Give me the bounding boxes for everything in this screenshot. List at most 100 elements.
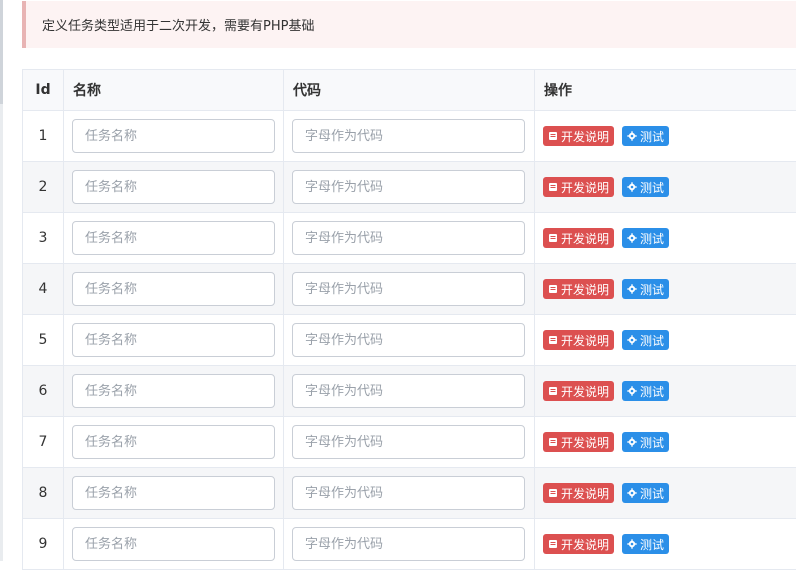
dev-notes-button[interactable]: 开发说明 (543, 381, 615, 401)
table-row: 7 开发说明 测试 (23, 417, 796, 468)
gear-icon (627, 284, 640, 294)
ops-cell: 开发说明 测试 (535, 264, 796, 314)
dev-notes-button[interactable]: 开发说明 (543, 534, 615, 554)
ops-cell: 开发说明 测试 (535, 468, 796, 518)
table-row: 8 开发说明 测试 (23, 468, 796, 519)
test-button[interactable]: 测试 (622, 126, 670, 146)
ops-cell: 开发说明 测试 (535, 417, 796, 467)
test-button[interactable]: 测试 (622, 177, 670, 197)
task-code-input[interactable] (292, 527, 525, 561)
task-code-input[interactable] (292, 221, 525, 255)
name-cell (64, 519, 284, 569)
row-id: 8 (23, 468, 64, 518)
info-alert: 定义任务类型适用于二次开发，需要有PHP基础 (22, 1, 796, 48)
name-cell (64, 315, 284, 365)
table-row: 6 开发说明 测试 (23, 366, 796, 417)
gear-icon (627, 233, 640, 243)
test-label: 测试 (640, 180, 665, 195)
test-button[interactable]: 测试 (622, 228, 670, 248)
name-cell (64, 468, 284, 518)
task-name-input[interactable] (72, 170, 275, 204)
gear-icon (627, 437, 640, 447)
task-name-input[interactable] (72, 425, 275, 459)
ops-cell: 开发说明 测试 (535, 366, 796, 416)
name-cell (64, 264, 284, 314)
book-icon (548, 182, 561, 192)
dev-notes-button[interactable]: 开发说明 (543, 432, 615, 452)
book-icon (548, 131, 561, 141)
name-cell (64, 213, 284, 263)
task-name-input[interactable] (72, 476, 275, 510)
name-cell (64, 417, 284, 467)
left-edge-bar-accent (0, 0, 3, 104)
dev-notes-label: 开发说明 (561, 486, 610, 501)
book-icon (548, 284, 561, 294)
dev-notes-button[interactable]: 开发说明 (543, 177, 615, 197)
task-code-input[interactable] (292, 476, 525, 510)
dev-notes-button[interactable]: 开发说明 (543, 126, 615, 146)
task-code-input[interactable] (292, 119, 525, 153)
task-name-input[interactable] (72, 221, 275, 255)
row-id: 6 (23, 366, 64, 416)
ops-cell: 开发说明 测试 (535, 111, 796, 161)
header-id: Id (23, 70, 64, 110)
gear-icon (627, 488, 640, 498)
test-button[interactable]: 测试 (622, 534, 670, 554)
task-code-input[interactable] (292, 272, 525, 306)
ops-cell: 开发说明 测试 (535, 162, 796, 212)
task-name-input[interactable] (72, 323, 275, 357)
test-button[interactable]: 测试 (622, 330, 670, 350)
test-label: 测试 (640, 129, 665, 144)
code-cell (284, 468, 535, 518)
task-name-input[interactable] (72, 119, 275, 153)
test-button[interactable]: 测试 (622, 381, 670, 401)
test-button[interactable]: 测试 (622, 483, 670, 503)
test-label: 测试 (640, 231, 665, 246)
row-id: 2 (23, 162, 64, 212)
name-cell (64, 366, 284, 416)
dev-notes-button[interactable]: 开发说明 (543, 330, 615, 350)
gear-icon (627, 335, 640, 345)
test-button[interactable]: 测试 (622, 279, 670, 299)
code-cell (284, 264, 535, 314)
code-cell (284, 162, 535, 212)
book-icon (548, 233, 561, 243)
gear-icon (627, 539, 640, 549)
table-row: 2 开发说明 测试 (23, 162, 796, 213)
ops-cell: 开发说明 测试 (535, 519, 796, 569)
table-row: 4 开发说明 测试 (23, 264, 796, 315)
book-icon (548, 437, 561, 447)
dev-notes-label: 开发说明 (561, 537, 610, 552)
test-label: 测试 (640, 537, 665, 552)
code-cell (284, 519, 535, 569)
code-cell (284, 213, 535, 263)
task-name-input[interactable] (72, 272, 275, 306)
code-cell (284, 417, 535, 467)
row-id: 9 (23, 519, 64, 569)
task-name-input[interactable] (72, 374, 275, 408)
test-button[interactable]: 测试 (622, 432, 670, 452)
dev-notes-button[interactable]: 开发说明 (543, 279, 615, 299)
gear-icon (627, 386, 640, 396)
dev-notes-label: 开发说明 (561, 129, 610, 144)
alert-text: 定义任务类型适用于二次开发，需要有PHP基础 (42, 19, 315, 34)
dev-notes-label: 开发说明 (561, 231, 610, 246)
task-code-input[interactable] (292, 170, 525, 204)
task-code-input[interactable] (292, 425, 525, 459)
dev-notes-label: 开发说明 (561, 384, 610, 399)
dev-notes-label: 开发说明 (561, 180, 610, 195)
dev-notes-label: 开发说明 (561, 282, 610, 297)
row-id: 5 (23, 315, 64, 365)
task-code-input[interactable] (292, 323, 525, 357)
code-cell (284, 111, 535, 161)
name-cell (64, 111, 284, 161)
ops-cell: 开发说明 测试 (535, 213, 796, 263)
table-row: 9 开发说明 测试 (23, 519, 796, 570)
dev-notes-label: 开发说明 (561, 333, 610, 348)
name-cell (64, 162, 284, 212)
dev-notes-button[interactable]: 开发说明 (543, 228, 615, 248)
dev-notes-button[interactable]: 开发说明 (543, 483, 615, 503)
task-code-input[interactable] (292, 374, 525, 408)
task-name-input[interactable] (72, 527, 275, 561)
book-icon (548, 386, 561, 396)
